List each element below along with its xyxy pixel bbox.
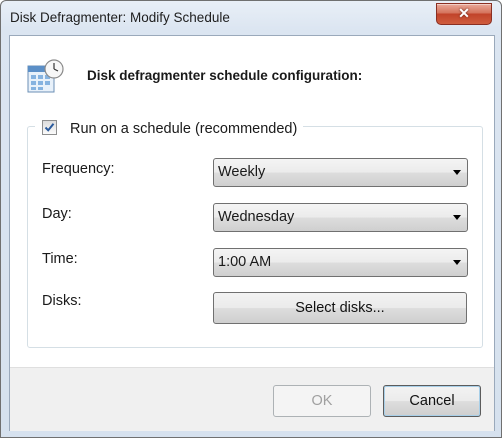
dialog-footer: OK Cancel bbox=[10, 367, 494, 431]
time-value: 1:00 AM bbox=[218, 254, 272, 270]
window-title: Disk Defragmenter: Modify Schedule bbox=[10, 10, 230, 25]
chevron-down-icon bbox=[453, 170, 461, 175]
cancel-button[interactable]: Cancel bbox=[383, 385, 481, 417]
ok-button[interactable]: OK bbox=[273, 385, 371, 417]
checkmark-icon bbox=[44, 123, 55, 132]
frequency-label: Frequency: bbox=[42, 161, 115, 177]
day-dropdown[interactable]: Wednesday bbox=[213, 203, 468, 232]
frequency-value: Weekly bbox=[218, 164, 266, 180]
calendar-clock-icon bbox=[27, 59, 64, 93]
frequency-dropdown[interactable]: Weekly bbox=[213, 158, 468, 187]
run-on-schedule-checkbox[interactable] bbox=[42, 120, 57, 135]
dialog-window: Disk Defragmenter: Modify Schedule ✕ Dis… bbox=[0, 0, 502, 438]
header-title: Disk defragmenter schedule configuration… bbox=[87, 68, 363, 83]
day-label: Day: bbox=[42, 206, 72, 222]
dialog-client: Disk defragmenter schedule configuration… bbox=[9, 35, 495, 431]
chevron-down-icon bbox=[453, 215, 461, 220]
disks-label: Disks: bbox=[42, 293, 82, 309]
run-on-schedule-row[interactable]: Run on a schedule (recommended) bbox=[35, 117, 304, 139]
select-disks-button[interactable]: Select disks... bbox=[213, 292, 467, 324]
close-button[interactable]: ✕ bbox=[436, 3, 492, 25]
time-label: Time: bbox=[42, 251, 78, 267]
content-area: Disk defragmenter schedule configuration… bbox=[10, 36, 494, 367]
chevron-down-icon bbox=[453, 260, 461, 265]
run-on-schedule-label: Run on a schedule (recommended) bbox=[70, 121, 298, 137]
close-icon: ✕ bbox=[458, 5, 470, 21]
title-bar[interactable]: Disk Defragmenter: Modify Schedule ✕ bbox=[1, 1, 501, 35]
day-value: Wednesday bbox=[218, 209, 295, 225]
time-dropdown[interactable]: 1:00 AM bbox=[213, 248, 468, 277]
